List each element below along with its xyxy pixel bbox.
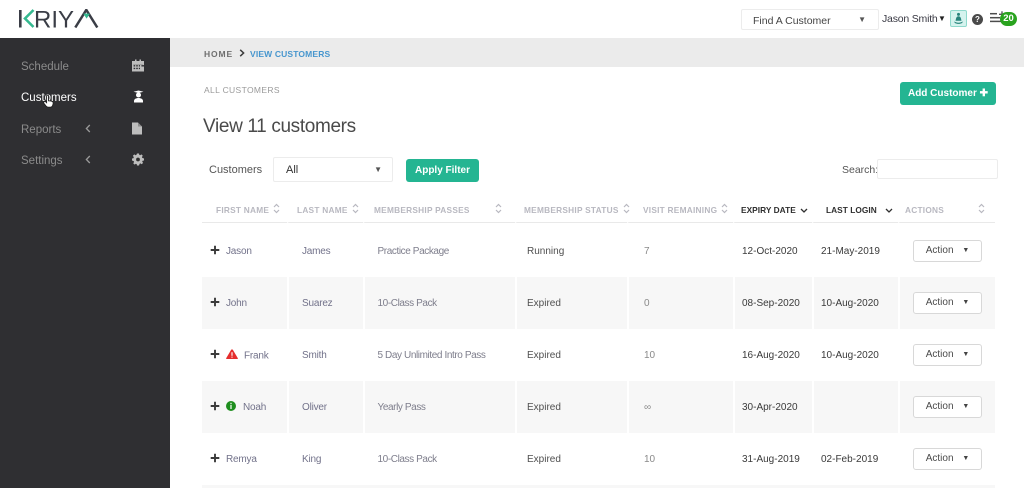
- svg-text:RIY: RIY: [34, 9, 74, 31]
